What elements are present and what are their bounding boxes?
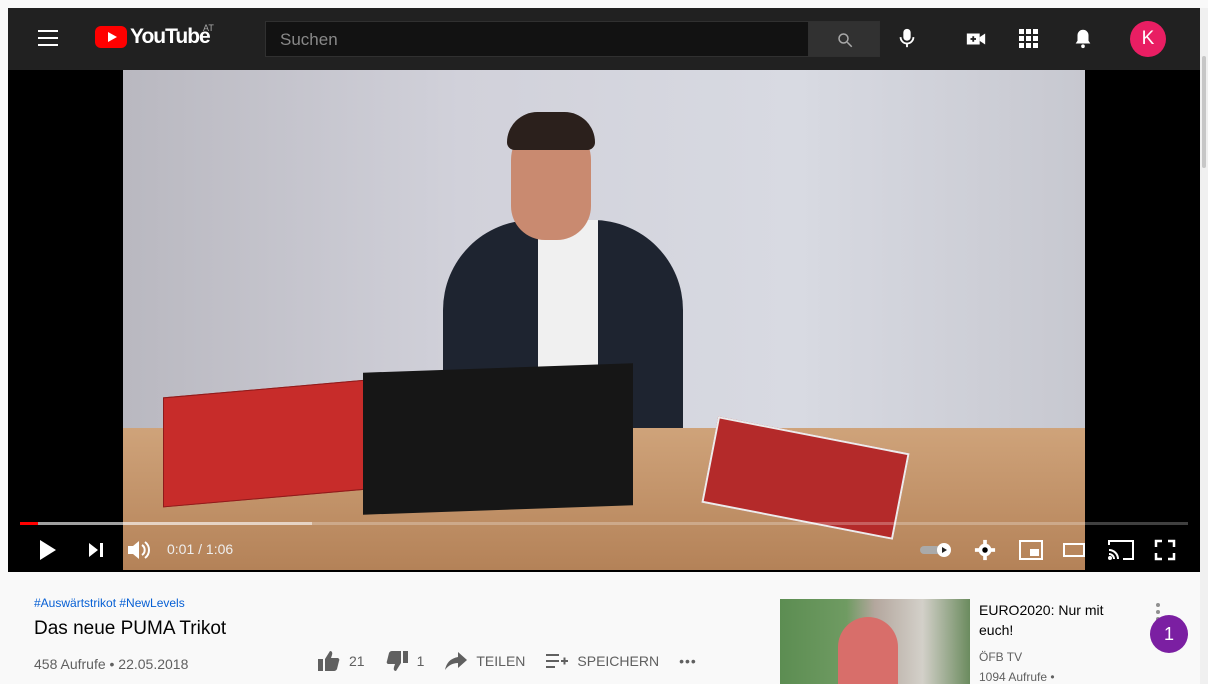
dislike-button[interactable]: 1 [385,650,425,672]
video-frame [123,70,1085,570]
share-label: TEILEN [476,653,526,669]
notification-badge[interactable]: 1 [1150,615,1188,653]
related-video-title[interactable]: EURO2020: Nur mit euch! [979,600,1139,640]
player-controls: 0:01 / 1:06 [8,530,1200,572]
progress-bar[interactable] [20,522,1188,525]
miniplayer-icon[interactable] [1018,538,1044,562]
create-video-icon[interactable] [964,28,988,50]
menu-icon[interactable] [38,30,58,46]
related-channel-name[interactable]: ÖFB TV [979,650,1022,664]
fullscreen-icon[interactable] [1154,539,1176,561]
cast-icon[interactable] [1106,538,1136,562]
volume-icon[interactable] [126,538,152,562]
like-count: 21 [349,653,365,669]
thumbs-down-icon [386,651,408,671]
search-input[interactable]: Suchen [265,21,810,57]
scroll-thumb[interactable] [1202,56,1206,168]
played-bar [20,522,38,525]
playlist-add-icon [546,654,569,668]
share-icon [445,652,468,670]
avatar[interactable]: K [1130,21,1166,57]
next-icon[interactable] [88,542,104,558]
shirt [538,220,598,370]
save-button[interactable]: SPEICHERN [545,651,659,671]
youtube-play-icon [95,26,127,48]
action-bar: 21 1 TEILEN SPEICHERN ••• [317,650,697,672]
share-button[interactable]: TEILEN [444,651,525,671]
view-count-date: 458 Aufrufe • 22.05.2018 [34,656,189,672]
search-button[interactable] [808,21,880,57]
video-info: #Auswärtstrikot #NewLevels Das neue PUMA… [34,596,226,672]
person-hair [507,112,595,150]
hashtags[interactable]: #Auswärtstrikot #NewLevels [34,596,226,610]
related-video-thumbnail[interactable] [780,599,970,684]
save-label: SPEICHERN [577,653,660,669]
puma-shoe-box [163,378,378,508]
search-icon [838,33,853,48]
region-code: AT [203,23,214,33]
more-actions-button[interactable]: ••• [679,653,697,669]
top-app-bar: YouTube AT Suchen K [8,8,1200,70]
logo-text: YouTube [130,25,211,48]
thumbnail-person [838,617,898,684]
apps-icon[interactable] [1018,28,1040,50]
video-title: Das neue PUMA Trikot [34,618,227,639]
thumbs-up-icon [318,651,340,671]
page-scrollbar[interactable] [1200,8,1208,684]
video-player[interactable]: 0:01 / 1:06 [8,70,1200,572]
time-display: 0:01 / 1:06 [167,541,234,557]
settings-icon[interactable] [974,539,996,561]
related-view-count: 1094 Aufrufe • [979,670,1055,684]
youtube-logo[interactable]: YouTube AT [95,23,214,49]
play-icon[interactable] [38,539,58,561]
autoplay-icon[interactable] [918,542,954,558]
theater-icon[interactable] [1062,542,1086,558]
microphone-icon[interactable] [896,26,918,50]
notifications-icon[interactable] [1072,26,1094,50]
dislike-count: 1 [416,653,425,669]
laptop [363,363,633,515]
like-button[interactable]: 21 [317,650,365,672]
buffer-bar [20,522,312,525]
